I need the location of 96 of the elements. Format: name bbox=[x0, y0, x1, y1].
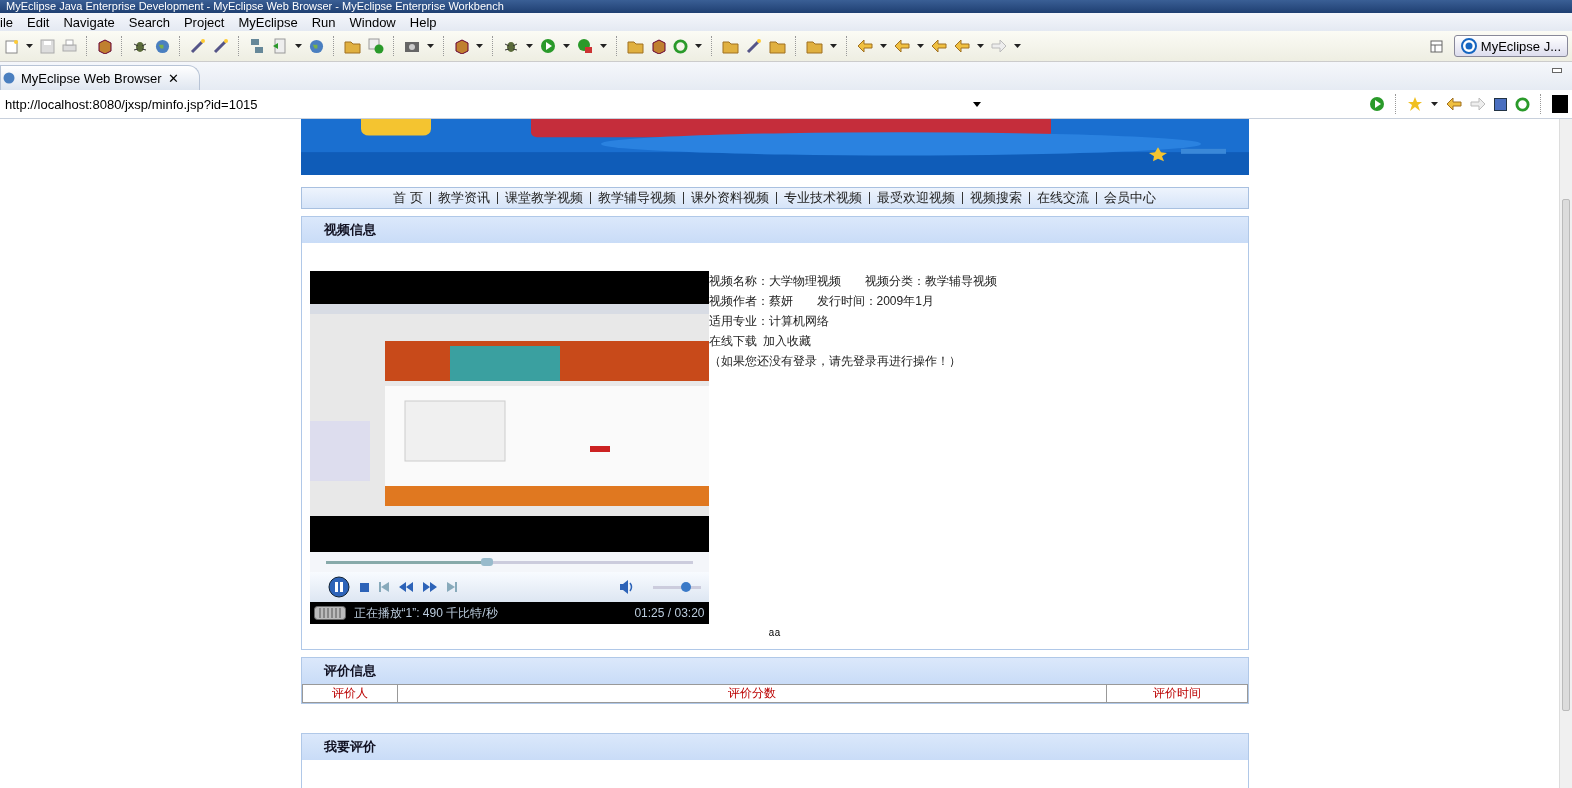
login-note: （如果您还没有登录，请先登录再进行操作！） bbox=[708, 353, 962, 369]
video-caption: aa bbox=[767, 628, 782, 639]
speaker-icon[interactable] bbox=[618, 580, 635, 594]
folder-icon[interactable] bbox=[769, 38, 786, 54]
volume-slider[interactable] bbox=[652, 585, 701, 589]
scrollbar-thumb[interactable] bbox=[1562, 199, 1570, 711]
menu-item[interactable]: Project bbox=[176, 14, 232, 30]
wand-icon[interactable] bbox=[190, 38, 206, 54]
dropdown-caret-icon[interactable] bbox=[26, 44, 33, 48]
action-link[interactable]: 加入收藏 bbox=[762, 333, 811, 349]
nav-link[interactable]: 会员中心 bbox=[1103, 189, 1156, 208]
dropdown-caret-icon[interactable] bbox=[830, 44, 837, 48]
menu-item[interactable]: Run bbox=[304, 14, 343, 30]
nav-link[interactable]: 最受欢迎视频 bbox=[876, 189, 955, 208]
menu-item[interactable]: Navigate bbox=[56, 14, 122, 30]
back-arrow-icon[interactable] bbox=[857, 39, 873, 53]
editor-tab[interactable]: MyEclipse Web Browser ✕ bbox=[0, 65, 200, 90]
folder-icon[interactable] bbox=[627, 38, 644, 54]
back-arrow-icon[interactable] bbox=[1446, 97, 1462, 111]
info-text: 适用专业：计算机网络 bbox=[708, 313, 829, 329]
cube-icon[interactable] bbox=[454, 38, 469, 54]
perspective-logo-icon bbox=[1460, 38, 1477, 54]
menu-item[interactable]: Help bbox=[402, 14, 444, 30]
menu-item[interactable]: Edit bbox=[20, 14, 57, 30]
info-text: 视频名称：大学物理视频 bbox=[708, 273, 841, 289]
menu-item[interactable]: ile bbox=[0, 14, 20, 30]
refresh-icon[interactable] bbox=[673, 38, 688, 54]
server-icon[interactable] bbox=[249, 38, 265, 54]
dropdown-caret-icon[interactable] bbox=[476, 44, 483, 48]
dropdown-caret-icon[interactable] bbox=[917, 44, 924, 48]
nav-link[interactable]: 在线交流 bbox=[1036, 189, 1089, 208]
deploy-icon[interactable] bbox=[272, 38, 288, 54]
camera-icon[interactable] bbox=[404, 39, 420, 53]
play-icon[interactable] bbox=[540, 38, 556, 54]
folder-icon[interactable] bbox=[344, 38, 361, 54]
refresh-icon[interactable] bbox=[1515, 96, 1530, 112]
run-icon[interactable] bbox=[577, 38, 593, 54]
open-perspective-icon[interactable] bbox=[1429, 39, 1446, 53]
star-icon[interactable] bbox=[1407, 96, 1423, 112]
nav-link[interactable]: 课堂教学视频 bbox=[504, 189, 583, 208]
rewind-icon[interactable] bbox=[398, 582, 413, 592]
wand-icon[interactable] bbox=[746, 38, 762, 54]
activity-meter-icon bbox=[313, 606, 346, 620]
nav-link[interactable]: 教学辅导视频 bbox=[597, 189, 676, 208]
section-header: 评价信息 bbox=[301, 658, 1248, 684]
dropdown-caret-icon[interactable] bbox=[1431, 102, 1438, 106]
minimize-icon[interactable] bbox=[1552, 68, 1562, 74]
globe-icon[interactable] bbox=[155, 38, 170, 54]
close-icon[interactable]: ✕ bbox=[167, 70, 179, 86]
nav-link[interactable]: 视频搜索 bbox=[969, 189, 1022, 208]
dropdown-caret-icon[interactable] bbox=[973, 101, 981, 107]
perspective-button[interactable]: MyEclipse J... bbox=[1453, 35, 1568, 57]
globe-icon bbox=[3, 72, 15, 84]
nav-link[interactable]: 专业技术视频 bbox=[783, 189, 862, 208]
info-text: 发行时间：2009年1月 bbox=[816, 293, 934, 309]
back-arrow-icon[interactable] bbox=[894, 39, 910, 53]
playback-status: 正在播放“1”: 490 千比特/秒 bbox=[353, 604, 498, 622]
folder-icon[interactable] bbox=[806, 38, 823, 54]
nav-link[interactable]: 首 页 bbox=[393, 189, 423, 208]
dropdown-caret-icon[interactable] bbox=[1014, 44, 1021, 48]
dropdown-caret-icon[interactable] bbox=[295, 44, 302, 48]
column-header: 评价分数 bbox=[397, 684, 1106, 703]
dropdown-caret-icon[interactable] bbox=[600, 44, 607, 48]
back-arrow-icon[interactable] bbox=[954, 39, 970, 53]
dropdown-caret-icon[interactable] bbox=[563, 44, 570, 48]
menu-item[interactable]: Window bbox=[342, 14, 403, 30]
nav-link[interactable]: 课外资料视频 bbox=[690, 189, 769, 208]
dropdown-caret-icon[interactable] bbox=[695, 44, 702, 48]
dropdown-caret-icon[interactable] bbox=[977, 44, 984, 48]
play-icon[interactable] bbox=[1369, 96, 1385, 112]
column-header: 评价时间 bbox=[1106, 684, 1247, 703]
dropdown-caret-icon[interactable] bbox=[880, 44, 887, 48]
dropdown-caret-icon[interactable] bbox=[427, 44, 434, 48]
info-text: 视频作者：蔡妍 bbox=[708, 293, 793, 309]
color-swatch-icon[interactable] bbox=[1552, 95, 1568, 113]
section-header: 视频信息 bbox=[301, 217, 1248, 243]
section-header: 我要评价 bbox=[301, 734, 1248, 760]
pause-button-icon[interactable] bbox=[327, 576, 350, 598]
menu-item[interactable]: MyEclipse bbox=[231, 14, 305, 30]
wand-icon[interactable] bbox=[213, 38, 229, 54]
fast-forward-icon[interactable] bbox=[422, 582, 437, 592]
menu-item[interactable]: Search bbox=[121, 14, 177, 30]
action-link[interactable]: 在线下载 bbox=[708, 333, 757, 349]
column-header: 评价人 bbox=[302, 684, 397, 703]
cube-icon[interactable] bbox=[97, 38, 112, 54]
add-icon[interactable] bbox=[368, 38, 384, 54]
info-text: 视频分类：教学辅导视频 bbox=[864, 273, 997, 289]
back-arrow-icon[interactable] bbox=[931, 39, 947, 53]
stop-icon[interactable] bbox=[1494, 97, 1507, 111]
playback-time: 01:25 / 03:20 bbox=[634, 606, 705, 620]
cube-icon[interactable] bbox=[651, 38, 666, 54]
folder-icon[interactable] bbox=[722, 38, 739, 54]
globe-icon[interactable] bbox=[309, 38, 324, 54]
nav-link[interactable]: 教学资讯 bbox=[437, 189, 490, 208]
dropdown-caret-icon[interactable] bbox=[526, 44, 533, 48]
window-title: MyEclipse Java Enterprise Development - MyEclipse Web Browser - MyEclipse Enterprise Workbench bbox=[0, 0, 1572, 13]
